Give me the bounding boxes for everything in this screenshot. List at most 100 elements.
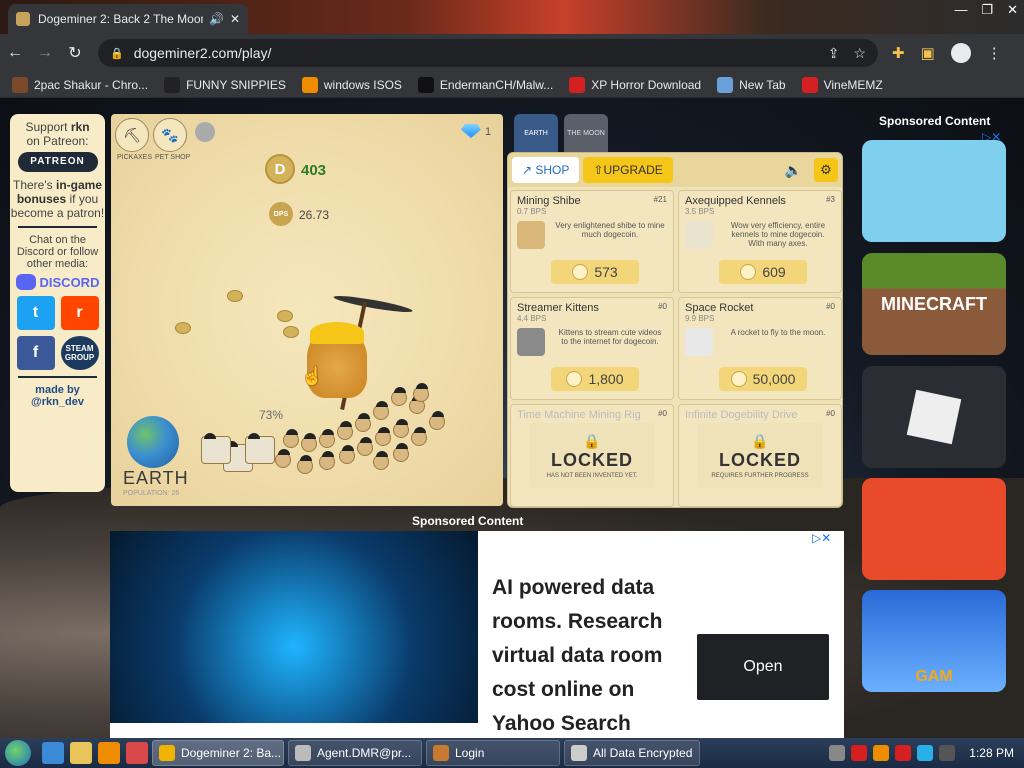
coin-count: 403 xyxy=(301,162,327,179)
bookmark-item[interactable]: XP Horror Download xyxy=(569,76,701,93)
start-button[interactable] xyxy=(0,738,36,768)
url-text[interactable]: dogeminer2.com/play/ xyxy=(134,45,272,61)
locked-overlay: 🔒 LOCKED HAS NOT BEEN INVENTED YET. xyxy=(529,423,655,488)
window-close-icon[interactable]: ✕ xyxy=(1007,2,1018,18)
task-agent[interactable]: Agent.DMR@pr... xyxy=(288,740,422,766)
tab-moon[interactable]: THE MOON xyxy=(564,114,608,152)
dogecoin-icon xyxy=(740,264,757,280)
task-dogeminer[interactable]: Dogeminer 2: Ba... xyxy=(152,740,284,766)
buy-button[interactable]: 609 xyxy=(719,260,807,284)
padlock-icon: 🔒 xyxy=(583,432,601,449)
shop-item-space-rocket[interactable]: Space Rocket #0 9.9 BPS A rocket to fly … xyxy=(678,297,842,400)
bookmark-icon xyxy=(301,76,318,93)
extensions-icon[interactable]: ✚ xyxy=(892,44,905,62)
ad-open-button[interactable]: Open xyxy=(697,634,829,700)
ad-roblox[interactable] xyxy=(862,366,1006,468)
settings-gear-icon[interactable]: ⚙ xyxy=(814,158,838,182)
mining-shibe xyxy=(319,451,335,470)
tab-shop[interactable]: ↗ SHOP xyxy=(512,157,580,183)
sound-icon[interactable]: 🔈 xyxy=(785,162,802,179)
bookmark-star-icon[interactable]: ☆ xyxy=(853,45,866,62)
twitter-icon[interactable]: t xyxy=(16,296,55,330)
task-all-data-encrypted[interactable]: All Data Encrypted xyxy=(564,740,700,766)
back-icon[interactable]: ← xyxy=(0,44,30,62)
shop-item-locked: Time Machine Mining Rig #0 🔒 LOCKED HAS … xyxy=(510,404,674,507)
menu-icon[interactable]: ⋮ xyxy=(987,44,1002,62)
facebook-icon[interactable]: f xyxy=(16,336,55,370)
mining-shibe xyxy=(275,449,291,468)
tab-earth[interactable]: EARTH xyxy=(514,114,558,152)
task-login[interactable]: Login xyxy=(426,740,560,766)
bookmark-icon xyxy=(164,76,181,93)
ad-subway-surfers[interactable] xyxy=(862,478,1006,580)
sidebar-icon[interactable]: ▣ xyxy=(921,44,935,62)
tray-icon[interactable] xyxy=(851,745,868,761)
explorer-icon[interactable] xyxy=(70,742,92,764)
dogecoin-icon: D xyxy=(265,154,295,184)
mining-shibe xyxy=(429,411,445,430)
bookmark-item[interactable]: New Tab xyxy=(717,76,786,93)
tray-icon[interactable] xyxy=(895,745,912,761)
shop-item-axequipped-kennels[interactable]: Axequipped Kennels #3 3.5 BPS Wow very e… xyxy=(678,190,842,293)
browser-tab[interactable]: Dogeminer 2: Back 2 The Moon 🔊 ✕ xyxy=(8,4,248,34)
tray-icon[interactable] xyxy=(873,745,890,761)
ad-toca-boca[interactable] xyxy=(862,140,1006,242)
maximize-icon[interactable]: ❐ xyxy=(981,2,993,18)
ie-icon[interactable] xyxy=(42,742,64,764)
ad-image[interactable] xyxy=(110,531,478,723)
shop-item-streamer-kittens[interactable]: Streamer Kittens #0 4.4 BPS Kittens to s… xyxy=(510,297,674,400)
ad-temple-run[interactable]: GAM xyxy=(862,590,1006,692)
tab-audio-icon[interactable]: 🔊 xyxy=(209,12,224,26)
bookmark-icon xyxy=(717,76,734,93)
bookmark-icon xyxy=(569,76,586,93)
dogecoin-icon xyxy=(730,371,747,387)
forward-icon[interactable]: → xyxy=(30,44,60,62)
buy-button[interactable]: 50,000 xyxy=(719,367,807,391)
pet-shop-icon[interactable]: 🐾 xyxy=(153,118,187,152)
app-icon[interactable] xyxy=(126,742,148,764)
buy-button[interactable]: 1,800 xyxy=(551,367,639,391)
bookmark-icon xyxy=(12,76,28,93)
pickaxes-icon[interactable]: ⛏ xyxy=(115,118,149,152)
bottom-ad-banner[interactable]: ▷✕ AI powered data rooms. Research virtu… xyxy=(110,531,844,738)
steam-group-icon[interactable]: STEAM GROUP xyxy=(60,336,99,370)
tray-icon[interactable] xyxy=(939,745,956,761)
buy-button[interactable]: 573 xyxy=(551,260,639,284)
author-link[interactable]: @rkn_dev xyxy=(10,396,105,408)
discord-link[interactable]: DISCORD xyxy=(10,274,105,290)
tab-upgrade[interactable]: ⇧ UPGRADE xyxy=(583,157,673,183)
bookmark-item[interactable]: windows ISOS xyxy=(301,76,402,93)
clock[interactable]: 1:28 PM xyxy=(969,746,1014,760)
bookmark-item[interactable]: FUNNY SNIPPIES xyxy=(164,76,286,93)
patreon-button[interactable]: PATREON xyxy=(17,152,98,172)
tab-close-icon[interactable]: ✕ xyxy=(230,12,240,26)
share-icon[interactable]: ⇪ xyxy=(828,45,840,62)
ad-minecraft[interactable]: MINECRAFT xyxy=(862,253,1006,355)
chat-text: Chat on the Discord or follow other medi… xyxy=(16,234,99,270)
reddit-icon[interactable]: r xyxy=(60,296,99,330)
lock-icon[interactable]: 🔒 xyxy=(110,47,124,60)
window-controls: — ❐ ✕ xyxy=(954,2,1018,18)
bookmark-item[interactable]: 2pac Shakur - Chro... xyxy=(12,76,148,93)
mining-shibe-image xyxy=(517,221,545,249)
bottom-sponsored-title: Sponsored Content xyxy=(412,514,524,528)
ad-headline[interactable]: AI powered data rooms. Research virtual … xyxy=(492,571,702,738)
shop-item-locked: Infinite Dogebility Drive #0 🔒 LOCKED RE… xyxy=(678,404,842,507)
reload-icon[interactable]: ↻ xyxy=(60,43,90,63)
dogecoin-icon xyxy=(572,264,589,280)
tray-icon[interactable] xyxy=(917,745,934,761)
system-tray: 1:28 PM xyxy=(829,745,1024,761)
info-icon[interactable] xyxy=(195,122,215,142)
bookmark-item[interactable]: VineMEMZ xyxy=(801,76,883,93)
minimize-icon[interactable]: — xyxy=(954,2,967,18)
shop-item-mining-shibe[interactable]: Mining Shibe #21 0.7 BPS Very enlightene… xyxy=(510,190,674,293)
tray-icon[interactable] xyxy=(829,745,846,761)
mining-shibe xyxy=(373,451,389,470)
ad-choices-icon[interactable]: ▷✕ xyxy=(812,531,831,545)
media-player-icon[interactable] xyxy=(98,742,120,764)
game-canvas[interactable]: ⛏ PICKAXES 🐾 PET SHOP 1 D 403 DPS 26.73 … xyxy=(111,114,503,506)
address-bar[interactable]: 🔒 dogeminer2.com/play/ ⇪ ☆ xyxy=(98,39,878,67)
bookmark-item[interactable]: EndermanCH/Malw... xyxy=(417,76,553,93)
profile-avatar[interactable] xyxy=(950,43,971,63)
bookmarks-bar: 2pac Shakur - Chro... FUNNY SNIPPIES win… xyxy=(0,72,1024,98)
